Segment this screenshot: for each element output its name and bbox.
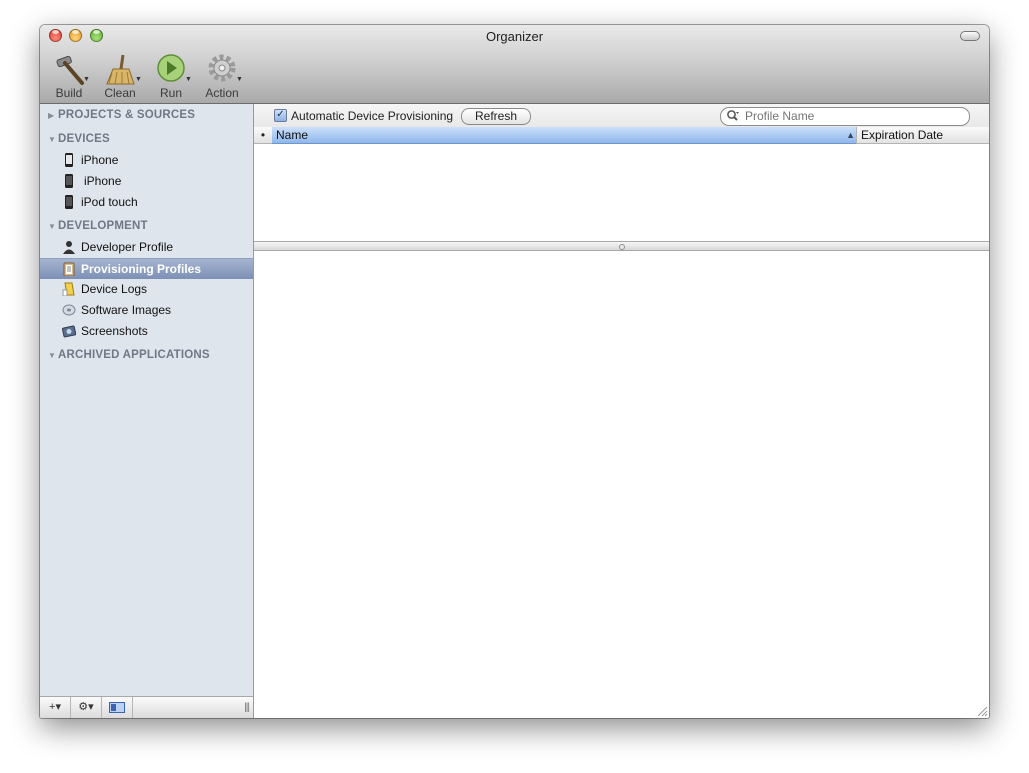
refresh-button[interactable]: Refresh — [461, 108, 531, 125]
play-icon — [157, 54, 185, 82]
add-menu-button[interactable]: +▾ — [40, 697, 71, 718]
section-projects-sources[interactable]: ▶ PROJECTS & SOURCES — [48, 109, 195, 121]
gear-menu-button[interactable]: ⚙▾ — [71, 697, 102, 718]
chevron-down-icon: ▼ — [135, 76, 142, 83]
sidebar-item-device-logs[interactable]: Device Logs — [40, 279, 253, 299]
broom-icon — [106, 54, 135, 85]
sidebar-item-developer-profile[interactable]: Developer Profile — [40, 237, 253, 257]
section-archived-applications[interactable]: ▼ ARCHIVED APPLICATIONS — [48, 349, 210, 361]
sidebar-item-software-images[interactable]: Software Images — [40, 300, 253, 320]
auto-provisioning-label[interactable]: Automatic Device Provisioning — [291, 109, 453, 123]
build-label: Build — [55, 86, 83, 100]
disk-image-icon — [62, 304, 76, 316]
column-header-dot[interactable]: • — [254, 127, 272, 144]
disclosure-down-icon: ▼ — [48, 135, 57, 144]
sidebar-item-screenshots[interactable]: Screenshots — [40, 321, 253, 341]
section-devices[interactable]: ▼ DEVICES — [48, 133, 110, 145]
organizer-window: Organizer ▼ Build ▼ Clean ▼ Run ▼ Action… — [40, 25, 989, 718]
panel-icon — [109, 702, 125, 713]
chevron-down-icon: ▼ — [185, 76, 192, 83]
action-button[interactable]: ▼ Action — [197, 53, 247, 101]
split-view-divider[interactable] — [254, 241, 989, 251]
console-log-icon — [62, 282, 75, 296]
resize-grip-icon[interactable]: ||| — [244, 702, 250, 713]
gear-icon — [208, 54, 236, 82]
profiles-topbar: ✓ Automatic Device Provisioning Refresh — [254, 104, 989, 127]
column-header-name[interactable]: Name ▲ — [272, 127, 859, 144]
disclosure-down-icon: ▼ — [48, 222, 57, 231]
run-button[interactable]: ▼ Run — [146, 53, 196, 101]
person-icon — [63, 241, 75, 254]
toolbar-toggle-button[interactable] — [960, 31, 980, 41]
clean-button[interactable]: ▼ Clean — [95, 53, 145, 101]
disclosure-right-icon: ▶ — [48, 111, 55, 120]
window-resize-grip-icon[interactable] — [976, 705, 988, 717]
iphone-icon — [65, 153, 73, 167]
search-icon — [727, 110, 739, 121]
chevron-down-icon: ▼ — [83, 76, 90, 83]
ipod-icon — [65, 195, 73, 209]
titlebar: Organizer ▼ Build ▼ Clean ▼ Run ▼ Action — [40, 25, 989, 104]
sidebar-item-iphone-2[interactable]: iPhone — [40, 171, 253, 191]
auto-provisioning-checkbox[interactable]: ✓ — [274, 109, 287, 122]
clipboard-icon — [63, 262, 75, 276]
profile-search-field[interactable] — [720, 107, 970, 126]
hammer-icon — [56, 55, 84, 85]
iphone-icon — [65, 174, 73, 188]
section-development[interactable]: ▼ DEVELOPMENT — [48, 220, 148, 232]
sidebar-bottom-bar: +▾ ⚙▾ ||| — [40, 696, 253, 718]
run-label: Run — [159, 86, 182, 100]
build-button[interactable]: ▼ Build — [44, 53, 94, 101]
window-title: Organizer — [485, 29, 544, 44]
sort-ascending-icon: ▲ — [846, 130, 855, 140]
sidebar: ▶ PROJECTS & SOURCES ▼ DEVICES iPhone iPho… — [40, 104, 254, 718]
clean-label: Clean — [104, 86, 136, 100]
main-content: ✓ Automatic Device Provisioning Refresh … — [254, 104, 989, 718]
chevron-down-icon: ▼ — [236, 76, 243, 83]
sidebar-item-iphone-1[interactable]: iPhone — [40, 150, 253, 170]
splitter-handle-icon — [619, 244, 625, 250]
search-input[interactable] — [745, 109, 960, 123]
column-header-expiration-date[interactable]: Expiration Date — [856, 127, 989, 144]
toggle-detail-button[interactable] — [102, 697, 133, 718]
camera-icon — [62, 325, 76, 338]
sidebar-item-ipod-touch[interactable]: iPod touch — [40, 192, 253, 212]
disclosure-down-icon: ▼ — [48, 351, 57, 360]
action-label: Action — [205, 86, 239, 100]
sidebar-item-provisioning-profiles[interactable]: Provisioning Profiles — [40, 258, 253, 279]
